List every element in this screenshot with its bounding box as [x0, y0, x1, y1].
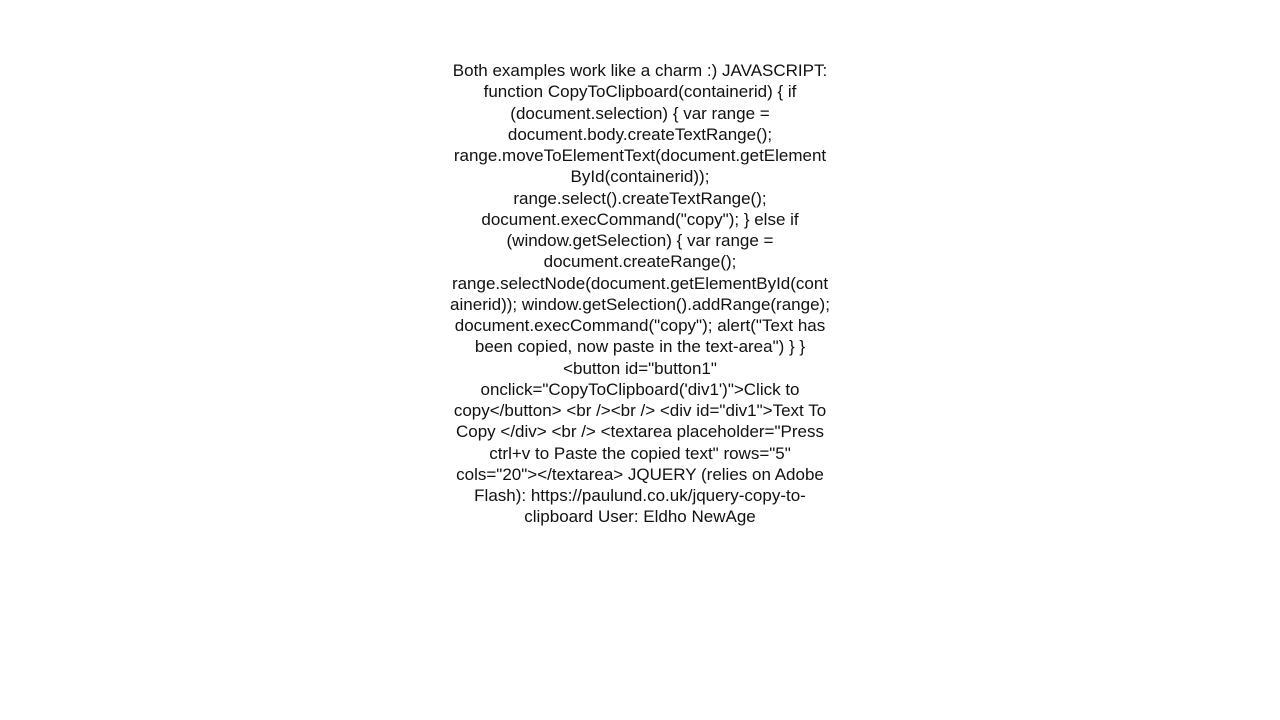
answer-text-block: Both examples work like a charm :) JAVAS…	[450, 60, 830, 528]
page-container: Both examples work like a charm :) JAVAS…	[0, 0, 1280, 720]
